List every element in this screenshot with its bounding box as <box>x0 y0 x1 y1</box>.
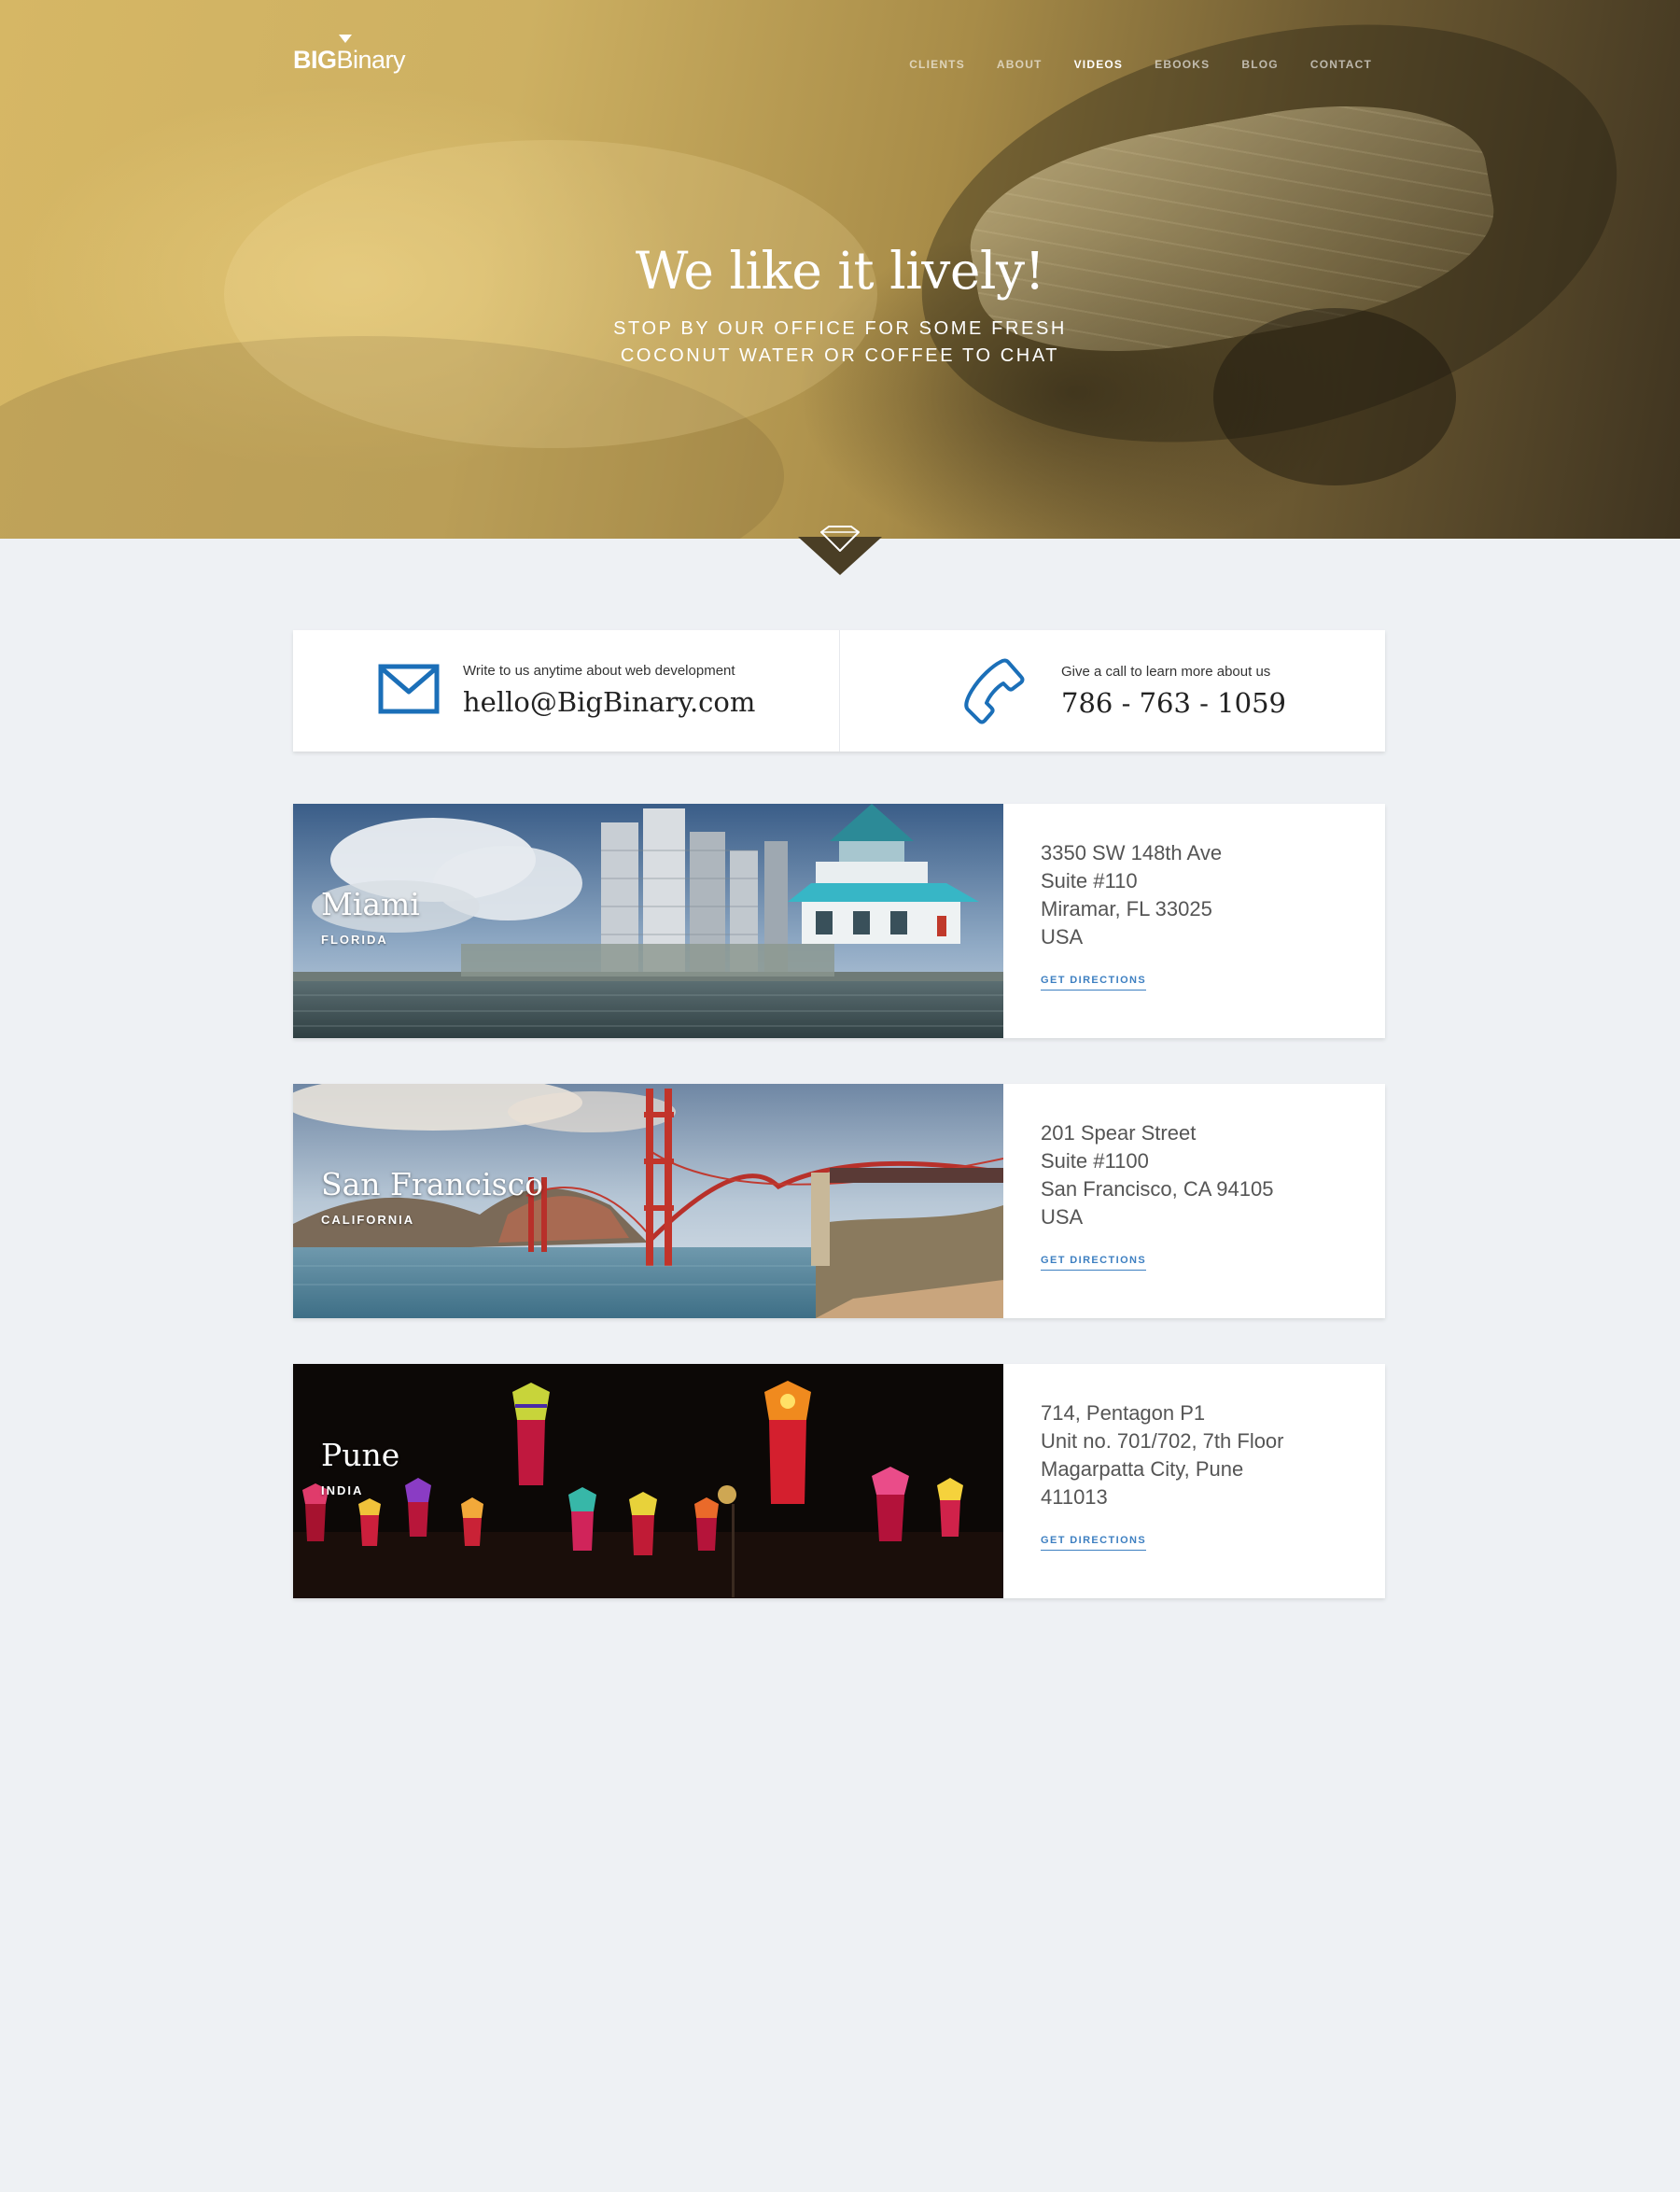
email-block: Write to us anytime about web developmen… <box>293 630 839 752</box>
address-line: USA <box>1041 925 1084 948</box>
hero-title: We like it lively! <box>635 241 1045 301</box>
phone-block: Give a call to learn more about us 786 -… <box>839 630 1385 752</box>
office-photo-san-francisco: San Francisco CALIFORNIA <box>293 1084 1003 1318</box>
mail-icon <box>378 664 440 714</box>
office-photo-miami: Miami FLORIDA <box>293 804 1003 1038</box>
address-line: 714, Pentagon P1 <box>1041 1401 1206 1425</box>
address-line: Suite #110 <box>1041 869 1138 892</box>
address-line: 411013 <box>1041 1485 1108 1509</box>
logo-bold-text: BIG <box>293 46 337 74</box>
email-caption: Write to us anytime about web developmen… <box>463 663 735 679</box>
address-line: Magarpatta City, Pune <box>1041 1457 1244 1481</box>
office-city-miami: Miami <box>321 886 420 922</box>
pune-photo-art <box>293 1364 1003 1598</box>
diamond-icon <box>820 526 860 552</box>
logo-regular-label: Binary <box>336 46 406 74</box>
address-line: Suite #1100 <box>1041 1149 1149 1173</box>
contact-card: Write to us anytime about web developmen… <box>293 630 1385 752</box>
address-line: Unit no. 701/702, 7th Floor <box>1041 1429 1284 1453</box>
address-line: 3350 SW 148th Ave <box>1041 841 1223 864</box>
address-line: 201 Spear Street <box>1041 1121 1197 1145</box>
office-address-pune: 714, Pentagon P1 Unit no. 701/702, 7th F… <box>1041 1399 1358 1511</box>
hero-subtitle: STOP BY OUR OFFICE FOR SOME FRESH COCONU… <box>0 316 1680 370</box>
get-directions-miami[interactable]: GET DIRECTIONS <box>1041 975 1147 991</box>
office-card-san-francisco: San Francisco CALIFORNIA 201 Spear Stree… <box>293 1084 1385 1318</box>
hero-subtitle-line1: STOP BY OUR OFFICE FOR SOME FRESH <box>613 318 1067 339</box>
nav-blog[interactable]: BLOG <box>1241 58 1278 71</box>
get-directions-san-francisco[interactable]: GET DIRECTIONS <box>1041 1255 1147 1271</box>
address-line: USA <box>1041 1205 1084 1229</box>
nav-about[interactable]: ABOUT <box>997 58 1043 71</box>
hero-subtitle-line2: COCONUT WATER OR COFFEE TO CHAT <box>620 345 1060 366</box>
office-photo-pune: Pune INDIA <box>293 1364 1003 1598</box>
email-link[interactable]: hello@BigBinary.com <box>463 686 755 718</box>
phone-link[interactable]: 786 - 763 - 1059 <box>1061 687 1286 719</box>
hero-banner: BIG Binary CLIENTS ABOUT VIDEOS EBOOKS B… <box>0 0 1680 539</box>
get-directions-pune[interactable]: GET DIRECTIONS <box>1041 1535 1147 1551</box>
phone-icon <box>964 658 1025 724</box>
office-card-pune: Pune INDIA 714, Pentagon P1 Unit no. 701… <box>293 1364 1385 1598</box>
nav-clients[interactable]: CLIENTS <box>909 58 965 71</box>
office-city-pune: Pune <box>321 1437 400 1473</box>
office-city-san-francisco: San Francisco <box>321 1166 543 1202</box>
nav-contact[interactable]: CONTACT <box>1310 58 1372 71</box>
office-card-miami: Miami FLORIDA 3350 SW 148th Ave Suite #1… <box>293 804 1385 1038</box>
office-address-miami: 3350 SW 148th Ave Suite #110 Miramar, FL… <box>1041 839 1358 951</box>
address-line: San Francisco, CA 94105 <box>1041 1177 1274 1201</box>
logo-gem-icon <box>338 35 352 43</box>
address-line: Miramar, FL 33025 <box>1041 897 1212 920</box>
office-region-pune: INDIA <box>321 1483 364 1497</box>
phone-caption: Give a call to learn more about us <box>1061 664 1271 680</box>
main-nav: CLIENTS ABOUT VIDEOS EBOOKS BLOG CONTACT <box>877 58 1372 71</box>
nav-videos[interactable]: VIDEOS <box>1074 58 1124 71</box>
logo-regular-text: Binary <box>336 35 406 75</box>
office-region-san-francisco: CALIFORNIA <box>321 1213 415 1227</box>
nav-ebooks[interactable]: EBOOKS <box>1155 58 1210 71</box>
office-address-san-francisco: 201 Spear Street Suite #1100 San Francis… <box>1041 1119 1358 1231</box>
brand-logo[interactable]: BIG Binary <box>293 35 406 75</box>
office-region-miami: FLORIDA <box>321 933 388 947</box>
